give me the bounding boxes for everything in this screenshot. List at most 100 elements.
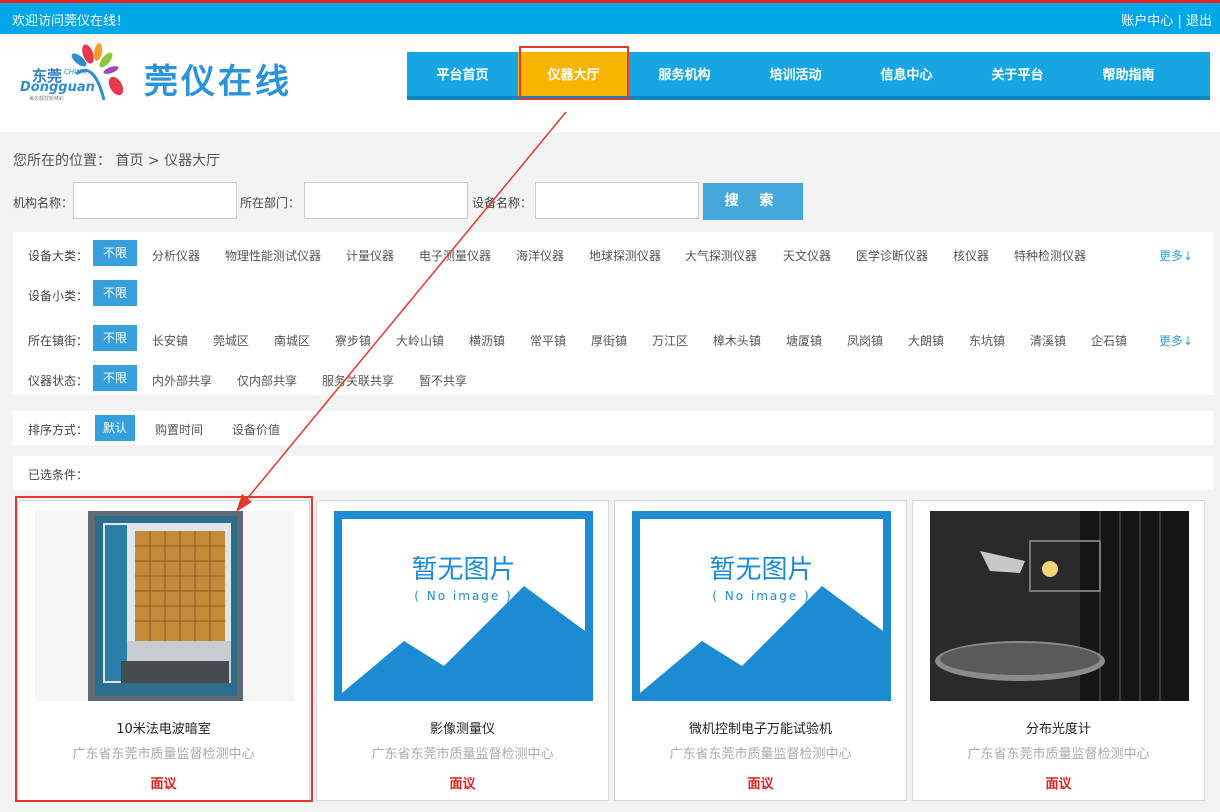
- instrument-card[interactable]: 分布光度计 广东省东莞市质量监督检测中心 面议: [912, 500, 1205, 801]
- filter-option[interactable]: 企石镇: [1091, 332, 1127, 349]
- filter-label: 设备小类：: [28, 289, 89, 303]
- top-right-links: 账户中心 | 退出: [1121, 10, 1212, 29]
- filter-option[interactable]: 计量仪器: [346, 247, 394, 264]
- welcome-text: 欢迎访问莞仪在线！: [12, 14, 130, 29]
- filter-label: 设备大类：: [28, 249, 89, 263]
- nav-item-service-org[interactable]: 服务机构: [629, 52, 740, 96]
- instrument-org: 广东省东莞市质量监督检测中心: [371, 747, 554, 762]
- dept-input[interactable]: [304, 182, 468, 219]
- no-image-text: 暂无图片: [411, 555, 516, 585]
- filter-option[interactable]: 常平镇: [530, 332, 566, 349]
- filter-option[interactable]: 物理性能测试仪器: [225, 247, 321, 264]
- nav-highlight-box: [519, 46, 629, 100]
- top-bar: 欢迎访问莞仪在线！ 账户中心 | 退出: [0, 0, 1220, 34]
- logo-city-en: Dongguan: [20, 80, 95, 95]
- no-image-placeholder: 暂无图片 ( No image ): [632, 511, 891, 701]
- more-towns-link[interactable]: 更多↓: [1159, 332, 1193, 349]
- filter-option[interactable]: 南城区: [274, 332, 310, 349]
- instrument-image: [930, 511, 1189, 701]
- filter-option-selected[interactable]: 不限: [93, 280, 138, 306]
- breadcrumb: 您所在的位置： 首页 > 仪器大厅: [13, 150, 220, 170]
- sort-option-default[interactable]: 默认: [95, 415, 136, 441]
- filter-label: 所在镇街：: [28, 334, 89, 348]
- logout-link[interactable]: 退出: [1186, 14, 1212, 29]
- breadcrumb-home[interactable]: 首页: [115, 153, 143, 169]
- search-row: 机构名称： 所在部门： 设备名称：: [0, 182, 1220, 222]
- sort-panel: 排序方式： 默认 购置时间 设备价值: [13, 411, 1213, 445]
- goniophotometer-image: [930, 511, 1189, 701]
- link-separator: |: [1177, 14, 1182, 29]
- filter-option[interactable]: 横沥镇: [469, 332, 505, 349]
- sort-label: 排序方式：: [28, 423, 89, 437]
- filter-option[interactable]: 大岭山镇: [396, 332, 444, 349]
- card-highlight-box: [15, 496, 313, 802]
- site-logo[interactable]: 东莞 CHINA Dongguan 每天都放新精彩 莞仪在线: [16, 40, 316, 112]
- dept-label: 所在部门：: [240, 196, 301, 210]
- instrument-price: 面议: [449, 777, 476, 792]
- filter-option[interactable]: 厚街镇: [591, 332, 627, 349]
- nav-item-help[interactable]: 帮助指南: [1073, 52, 1184, 96]
- site-name: 莞仪在线: [144, 62, 292, 102]
- breadcrumb-current: 仪器大厅: [164, 153, 221, 169]
- search-button[interactable]: 搜 索: [703, 183, 803, 220]
- filter-option[interactable]: 分析仪器: [152, 247, 200, 264]
- filter-row-subcategory: 设备小类： 不限: [13, 280, 1213, 306]
- filter-option[interactable]: 暂不共享: [419, 372, 467, 389]
- filter-option[interactable]: 特种检测仪器: [1014, 247, 1086, 264]
- filter-panel: 设备大类： 不限 分析仪器 物理性能测试仪器 计量仪器 电子测量仪器 海洋仪器 …: [13, 232, 1213, 395]
- filter-option[interactable]: 服务关联共享: [322, 372, 394, 389]
- nav-item-about[interactable]: 关于平台: [962, 52, 1073, 96]
- no-image-subtext: ( No image ): [414, 589, 513, 603]
- no-image-icon: [342, 519, 585, 693]
- sort-option-purchase-time[interactable]: 购置时间: [155, 421, 203, 438]
- sort-option-device-value[interactable]: 设备价值: [232, 421, 280, 438]
- filter-row-category: 设备大类： 不限 分析仪器 物理性能测试仪器 计量仪器 电子测量仪器 海洋仪器 …: [13, 240, 1213, 266]
- filter-row-status: 仪器状态： 不限 内外部共享 仅内部共享 服务关联共享 暂不共享: [13, 365, 1213, 391]
- account-center-link[interactable]: 账户中心: [1121, 14, 1173, 29]
- site-header: 东莞 CHINA Dongguan 每天都放新精彩 莞仪在线 平台首页 仪器大厅…: [12, 34, 1212, 132]
- filter-option[interactable]: 万江区: [652, 332, 688, 349]
- filter-option[interactable]: 仅内部共享: [237, 372, 297, 389]
- filter-option-selected[interactable]: 不限: [93, 325, 138, 351]
- filter-option[interactable]: 内外部共享: [152, 372, 212, 389]
- filter-option[interactable]: 大气探测仪器: [685, 247, 757, 264]
- instrument-title[interactable]: 微机控制电子万能试验机: [615, 718, 906, 737]
- filter-row-town: 所在镇街： 不限 长安镇 莞城区 南城区 寮步镇 大岭山镇 横沥镇 常平镇 厚街…: [13, 325, 1213, 351]
- filter-option[interactable]: 天文仪器: [783, 247, 831, 264]
- filter-option[interactable]: 电子测量仪器: [419, 247, 491, 264]
- filter-option[interactable]: 地球探测仪器: [589, 247, 661, 264]
- instrument-org: 广东省东莞市质量监督检测中心: [669, 747, 852, 762]
- filter-option-selected[interactable]: 不限: [93, 240, 138, 266]
- filter-option[interactable]: 长安镇: [152, 332, 188, 349]
- filter-option[interactable]: 大朗镇: [908, 332, 944, 349]
- more-categories-link[interactable]: 更多↓: [1159, 247, 1193, 264]
- filter-option[interactable]: 莞城区: [213, 332, 249, 349]
- logo-slogan: 每天都放新精彩: [29, 96, 65, 102]
- nav-item-info-center[interactable]: 信息中心: [851, 52, 962, 96]
- filter-option-selected[interactable]: 不限: [93, 365, 138, 391]
- instrument-price: 面议: [1045, 777, 1072, 792]
- filter-option[interactable]: 医学诊断仪器: [856, 247, 928, 264]
- no-image-text: 暂无图片: [709, 555, 814, 585]
- breadcrumb-prefix: 您所在的位置：: [13, 153, 111, 169]
- filter-option[interactable]: 东坑镇: [969, 332, 1005, 349]
- filter-option[interactable]: 寮步镇: [335, 332, 371, 349]
- filter-label: 仪器状态：: [28, 374, 89, 388]
- instrument-title[interactable]: 分布光度计: [913, 718, 1204, 737]
- nav-item-home[interactable]: 平台首页: [407, 52, 518, 96]
- filter-option[interactable]: 海洋仪器: [516, 247, 564, 264]
- selected-conditions-panel: 已选条件：: [13, 456, 1213, 490]
- instrument-card[interactable]: 暂无图片 ( No image ) 影像测量仪 广东省东莞市质量监督检测中心 面…: [316, 500, 609, 801]
- filter-option[interactable]: 塘厦镇: [786, 332, 822, 349]
- nav-item-training[interactable]: 培训活动: [740, 52, 851, 96]
- selected-conditions-label: 已选条件：: [28, 468, 89, 482]
- device-name-input[interactable]: [535, 182, 699, 219]
- instrument-title[interactable]: 影像测量仪: [317, 718, 608, 737]
- instrument-card[interactable]: 暂无图片 ( No image ) 微机控制电子万能试验机 广东省东莞市质量监督…: [614, 500, 907, 801]
- filter-option[interactable]: 樟木头镇: [713, 332, 761, 349]
- filter-option[interactable]: 清溪镇: [1030, 332, 1066, 349]
- no-image-placeholder: 暂无图片 ( No image ): [334, 511, 593, 701]
- org-name-input[interactable]: [73, 182, 237, 219]
- filter-option[interactable]: 核仪器: [953, 247, 989, 264]
- filter-option[interactable]: 凤岗镇: [847, 332, 883, 349]
